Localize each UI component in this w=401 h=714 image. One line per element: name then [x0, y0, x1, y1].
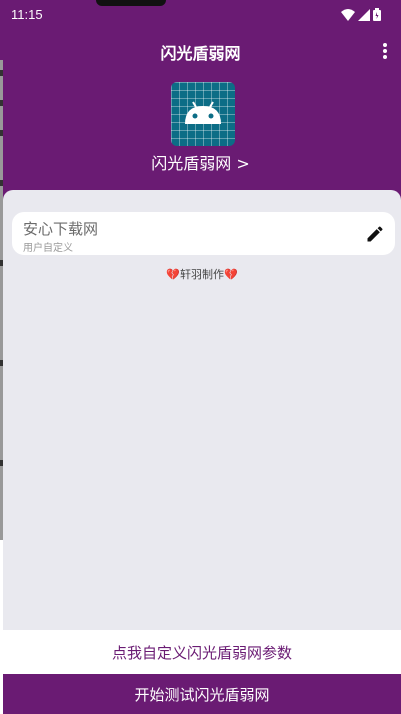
start-test-button[interactable]: 开始测试闪光盾弱网 — [3, 674, 401, 714]
customize-params-button[interactable]: 点我自定义闪光盾弱网参数 — [3, 630, 401, 674]
broken-heart-icon: 💔 — [224, 268, 238, 281]
edit-icon[interactable] — [365, 224, 385, 244]
camera-cutout — [96, 0, 166, 6]
app-header: 闪光盾弱网 闪光盾弱网 > — [0, 30, 401, 200]
broken-heart-icon: 💔 — [166, 268, 180, 281]
status-icons — [341, 8, 381, 21]
profile-card[interactable]: 安心下载网 用户自定义 — [12, 212, 395, 255]
app-logo[interactable] — [171, 82, 235, 146]
battery-icon — [373, 8, 381, 21]
android-robot-icon — [185, 101, 221, 124]
profile-title: 安心下载网 — [23, 220, 99, 238]
status-time: 11:15 — [11, 7, 43, 22]
app-name-link[interactable]: 闪光盾弱网 > — [0, 150, 401, 174]
profile-subtitle: 用户自定义 — [23, 243, 73, 254]
more-options-icon[interactable] — [381, 42, 389, 60]
status-bar: 11:15 — [0, 0, 401, 30]
content-sheet: 安心下载网 用户自定义 💔轩羽制作💔 — [3, 190, 401, 630]
credit-text: 💔轩羽制作💔 — [3, 266, 401, 282]
page-title: 闪光盾弱网 — [160, 44, 241, 63]
credit-label: 轩羽制作 — [180, 268, 224, 281]
signal-icon — [358, 8, 370, 21]
wifi-icon — [341, 8, 355, 21]
